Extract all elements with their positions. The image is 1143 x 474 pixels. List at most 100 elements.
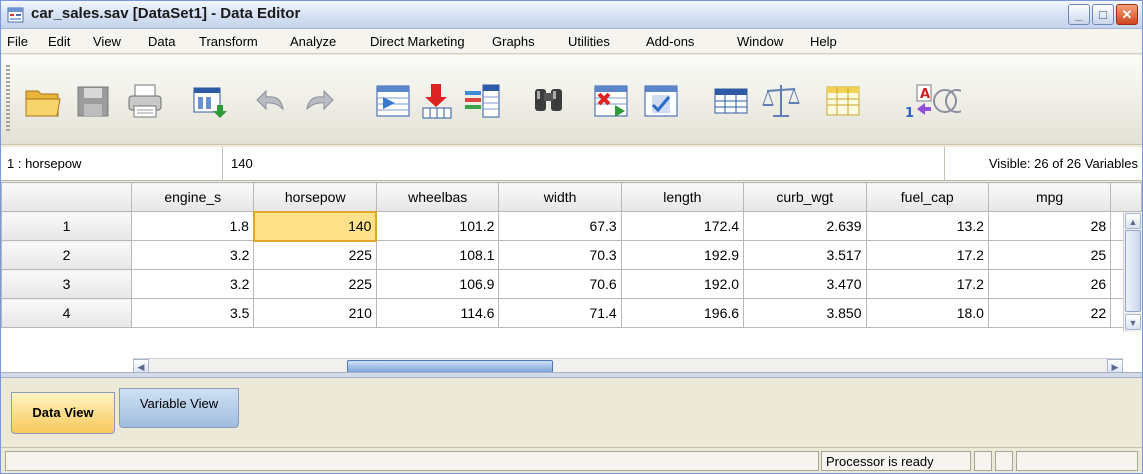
goto-case-icon[interactable] — [373, 81, 413, 121]
corner-cell[interactable] — [1, 182, 132, 212]
minimize-button[interactable]: _ — [1068, 4, 1090, 25]
table-row: 1 1.8 140 101.2 67.3 172.4 2.639 13.2 28 — [1, 210, 1142, 242]
data-cell[interactable]: 13.2 — [865, 211, 989, 241]
maximize-button[interactable]: □ — [1092, 4, 1114, 25]
data-cell[interactable]: 1.8 — [130, 211, 255, 241]
data-cell[interactable]: 196.6 — [620, 298, 745, 328]
data-cell[interactable]: 71.4 — [498, 298, 622, 328]
column-header[interactable]: fuel_cap — [865, 182, 989, 212]
redo-icon[interactable] — [297, 81, 337, 121]
column-header[interactable]: width — [498, 182, 622, 212]
data-cell[interactable]: 108.1 — [375, 240, 500, 270]
menu-edit[interactable]: Edit — [48, 34, 70, 49]
status-segment-c — [1016, 451, 1138, 471]
data-cell[interactable]: 3.470 — [743, 269, 867, 299]
split-file-icon[interactable] — [711, 81, 751, 121]
menu-window[interactable]: Window — [737, 34, 783, 49]
menu-help[interactable]: Help — [810, 34, 837, 49]
row-number[interactable]: 4 — [1, 298, 132, 328]
table-row: 3 3.2 225 106.9 70.6 192.0 3.470 17.2 26 — [1, 269, 1142, 299]
data-cell[interactable]: 140 — [252, 210, 378, 242]
status-segment-a — [974, 451, 992, 471]
close-button[interactable]: ✕ — [1116, 4, 1138, 25]
status-segment-b — [995, 451, 1013, 471]
vertical-scroll-thumb[interactable] — [1125, 230, 1141, 312]
menu-bar: File Edit View Data Transform Analyze Di… — [1, 29, 1142, 54]
dialog-recall-icon[interactable] — [189, 81, 229, 121]
data-cell[interactable]: 192.9 — [620, 240, 745, 270]
save-icon[interactable] — [73, 81, 113, 121]
variables-icon[interactable] — [463, 81, 503, 121]
toolbar-grip[interactable] — [6, 65, 10, 133]
row-number[interactable]: 3 — [1, 269, 132, 299]
insert-cases-icon[interactable] — [591, 81, 631, 121]
scroll-up-icon[interactable]: ▲ — [1125, 213, 1141, 229]
data-cell[interactable]: 3.5 — [130, 298, 255, 328]
minimize-icon: _ — [1075, 7, 1083, 22]
tab-data-view[interactable]: Data View — [11, 392, 115, 434]
close-icon: ✕ — [1121, 7, 1133, 22]
menu-add-ons[interactable]: Add-ons — [646, 34, 694, 49]
data-cell[interactable]: 106.9 — [375, 269, 500, 299]
vertical-scrollbar[interactable]: ▲ ▼ — [1123, 212, 1142, 332]
menu-view[interactable]: View — [93, 34, 121, 49]
tab-variable-view[interactable]: Variable View — [119, 388, 239, 428]
print-icon[interactable] — [125, 81, 165, 121]
menu-graphs[interactable]: Graphs — [492, 34, 535, 49]
row-number[interactable]: 1 — [1, 211, 132, 241]
data-cell[interactable]: 101.2 — [375, 211, 500, 241]
insert-variable-icon[interactable] — [641, 81, 681, 121]
select-cases-icon[interactable] — [823, 81, 863, 121]
goto-variable-icon[interactable] — [417, 81, 457, 121]
data-cell[interactable]: 3.850 — [743, 298, 867, 328]
data-cell[interactable]: 3.2 — [130, 240, 255, 270]
data-cell[interactable]: 172.4 — [620, 211, 745, 241]
data-cell[interactable]: 22 — [987, 298, 1112, 328]
data-cell[interactable]: 67.3 — [498, 211, 622, 241]
menu-direct-marketing[interactable]: Direct Marketing — [370, 34, 465, 49]
data-cell[interactable]: 28 — [987, 211, 1112, 241]
data-cell[interactable]: 25 — [987, 240, 1112, 270]
menu-analyze[interactable]: Analyze — [290, 34, 336, 49]
visible-variables-label: Visible: 26 of 26 Variables — [988, 156, 1138, 171]
scroll-down-icon[interactable]: ▼ — [1125, 314, 1141, 330]
use-sets-icon[interactable] — [931, 81, 961, 121]
data-cell[interactable]: 3.2 — [130, 269, 255, 299]
column-header[interactable]: wheelbas — [375, 182, 500, 212]
column-header[interactable]: mpg — [987, 182, 1112, 212]
data-cell[interactable]: 225 — [253, 240, 377, 270]
data-cell[interactable]: 17.2 — [865, 240, 989, 270]
data-cell[interactable]: 192.0 — [620, 269, 745, 299]
menu-utilities[interactable]: Utilities — [568, 34, 610, 49]
status-bar: Processor is ready — [1, 447, 1142, 473]
data-cell[interactable]: 210 — [253, 298, 377, 328]
data-cell[interactable]: 70.3 — [498, 240, 622, 270]
maximize-icon: □ — [1099, 7, 1107, 22]
undo-icon[interactable] — [253, 81, 293, 121]
cell-value-input[interactable]: 140 — [231, 156, 253, 171]
column-header[interactable]: engine_s — [130, 182, 255, 212]
window-title: car_sales.sav [DataSet1] - Data Editor — [31, 5, 301, 22]
data-cell[interactable]: 3.517 — [743, 240, 867, 270]
column-header[interactable]: horsepow — [253, 182, 377, 212]
menu-file[interactable]: File — [7, 34, 28, 49]
data-cell[interactable]: 225 — [253, 269, 377, 299]
svg-text:A: A — [920, 87, 930, 102]
data-grid: engine_s horsepow wheelbas width length curb_… — [1, 182, 1142, 374]
data-cell[interactable]: 26 — [987, 269, 1112, 299]
status-segment-main — [5, 451, 819, 471]
data-cell[interactable]: 18.0 — [865, 298, 989, 328]
menu-data[interactable]: Data — [148, 34, 175, 49]
find-icon[interactable] — [529, 81, 569, 121]
cell-editor-bar: 1 : horsepow 140 Visible: 26 of 26 Varia… — [1, 147, 1142, 181]
row-number[interactable]: 2 — [1, 240, 132, 270]
column-header[interactable]: length — [620, 182, 745, 212]
data-cell[interactable]: 17.2 — [865, 269, 989, 299]
data-cell[interactable]: 114.6 — [375, 298, 500, 328]
open-folder-icon[interactable] — [23, 81, 63, 121]
weight-cases-icon[interactable] — [761, 81, 801, 121]
data-cell[interactable]: 70.6 — [498, 269, 622, 299]
menu-transform[interactable]: Transform — [199, 34, 258, 49]
column-header[interactable]: curb_wgt — [743, 182, 867, 212]
data-cell[interactable]: 2.639 — [743, 211, 867, 241]
